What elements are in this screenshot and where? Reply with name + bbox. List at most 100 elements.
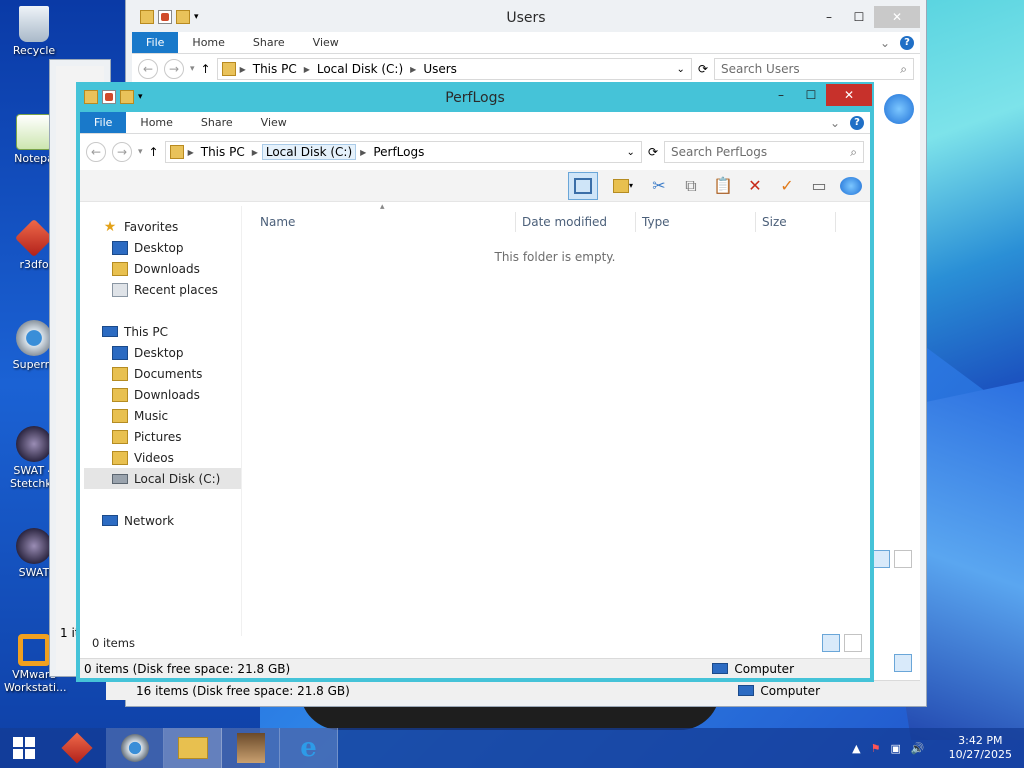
time-text: 3:42 PM	[958, 734, 1003, 747]
tab-view[interactable]: View	[247, 112, 301, 133]
tab-home[interactable]: Home	[178, 32, 238, 53]
network-tray-icon[interactable]: ▣	[890, 742, 900, 755]
search-input[interactable]: Search Users ⌕	[714, 58, 914, 80]
up-icon[interactable]: ↑	[149, 145, 159, 159]
breadcrumb-item[interactable]: This PC	[198, 145, 248, 159]
details-view-button[interactable]	[822, 634, 840, 652]
back-button[interactable]: ←	[138, 59, 158, 79]
chevron-right-icon[interactable]: ▶	[410, 65, 416, 74]
chevron-down-icon[interactable]: ▾	[138, 147, 143, 157]
search-icon: ⌕	[850, 145, 857, 159]
extra-icon[interactable]	[840, 175, 862, 197]
tab-view[interactable]: View	[299, 32, 353, 53]
window-title: PerfLogs	[445, 90, 505, 106]
breadcrumb-item[interactable]: This PC	[250, 62, 300, 76]
column-header-date-modified[interactable]: Date modified	[516, 212, 636, 232]
clock[interactable]: 3:42 PM 10/27/2025	[949, 734, 1012, 762]
extra-icon[interactable]	[884, 94, 914, 124]
rename-icon[interactable]: ✓	[776, 175, 798, 197]
address-bar[interactable]: ▶ This PC ▶ Local Disk (C:) ▶ PerfLogs ⌄	[164, 141, 642, 163]
chevron-down-icon[interactable]: ⌄	[830, 116, 840, 130]
perflogs-window[interactable]: ▾ PerfLogs – ☐ ✕ File Home Share View ⌄ …	[76, 82, 874, 682]
back-button[interactable]: ←	[86, 142, 106, 162]
chevron-right-icon[interactable]: ▶	[252, 148, 258, 157]
volume-icon[interactable]: 🔊	[911, 742, 925, 755]
chevron-down-icon[interactable]: ⌄	[677, 64, 685, 75]
chevron-right-icon[interactable]: ▶	[240, 65, 246, 74]
tab-share[interactable]: Share	[187, 112, 247, 133]
minimize-button[interactable]: –	[814, 6, 844, 28]
help-icon[interactable]: ?	[850, 115, 864, 130]
address-bar[interactable]: ▶ This PC ▶ Local Disk (C:) ▶ Users ⌄	[216, 58, 692, 80]
details-view-button[interactable]	[872, 550, 890, 568]
downloads-folder-icon	[112, 261, 128, 276]
chevron-right-icon[interactable]: ▶	[188, 148, 194, 157]
chevron-down-icon[interactable]: ⌄	[880, 36, 890, 50]
show-hidden-icons[interactable]: ▲	[852, 742, 860, 755]
chevron-down-icon[interactable]: ▾	[190, 64, 195, 74]
nav-favorites[interactable]: ★ Favorites	[84, 216, 241, 237]
close-button[interactable]: ✕	[874, 6, 920, 28]
minimize-button[interactable]: –	[766, 84, 796, 106]
tab-share[interactable]: Share	[239, 32, 299, 53]
breadcrumb-item[interactable]: Local Disk (C:)	[261, 144, 357, 160]
large-icons-view-button[interactable]	[844, 634, 862, 652]
nav-network[interactable]: Network	[84, 510, 241, 531]
large-icons-view-button[interactable]	[894, 550, 912, 568]
maximize-button[interactable]: ☐	[796, 84, 826, 106]
nav-this-pc[interactable]: This PC	[84, 321, 241, 342]
up-icon[interactable]: ↑	[201, 62, 211, 76]
nav-recent-places[interactable]: Recent places	[84, 279, 241, 300]
nav-label: Downloads	[134, 261, 200, 276]
column-header-type[interactable]: Type	[636, 212, 756, 232]
file-list[interactable]: ▴ Name Date modified Type Size This fold…	[244, 202, 866, 636]
taskbar-internet-explorer[interactable]: e	[280, 728, 338, 768]
column-header-name[interactable]: Name	[254, 212, 516, 232]
maximize-button[interactable]: ☐	[844, 6, 874, 28]
copy-icon[interactable]: ⧉	[680, 175, 702, 197]
delete-icon[interactable]: ✕	[744, 175, 766, 197]
nav-pictures[interactable]: Pictures	[84, 426, 241, 447]
taskbar-file-explorer[interactable]	[164, 728, 222, 768]
paste-icon[interactable]: 📋	[712, 175, 734, 197]
taskbar-r3dfox[interactable]	[48, 728, 106, 768]
nav-documents[interactable]: Documents	[84, 363, 241, 384]
column-header-size[interactable]: Size	[756, 212, 836, 232]
breadcrumb-item[interactable]: Local Disk (C:)	[314, 62, 406, 76]
nav-desktop[interactable]: Desktop	[84, 342, 241, 363]
help-icon[interactable]: ?	[900, 35, 914, 50]
chevron-down-icon[interactable]: ⌄	[627, 147, 635, 158]
tab-file[interactable]: File	[80, 112, 127, 133]
chevron-right-icon[interactable]: ▶	[360, 148, 366, 157]
refresh-icon[interactable]: ⟳	[698, 62, 708, 76]
breadcrumb-item[interactable]: Users	[420, 62, 460, 76]
nav-favorites-downloads[interactable]: Downloads	[84, 258, 241, 279]
breadcrumb-item[interactable]: PerfLogs	[370, 145, 427, 159]
refresh-icon[interactable]: ⟳	[648, 145, 658, 159]
properties-icon[interactable]: ▭	[808, 175, 830, 197]
search-input[interactable]: Search PerfLogs ⌕	[664, 141, 864, 163]
start-button[interactable]	[0, 728, 48, 768]
nav-music[interactable]: Music	[84, 405, 241, 426]
nav-label: Documents	[134, 366, 203, 381]
internet-explorer-icon: e	[300, 733, 317, 763]
nav-favorites-desktop[interactable]: Desktop	[84, 237, 241, 258]
nav-downloads[interactable]: Downloads	[84, 384, 241, 405]
chevron-right-icon[interactable]: ▶	[304, 65, 310, 74]
close-button[interactable]: ✕	[826, 84, 872, 106]
action-center-icon[interactable]: ⚑	[871, 742, 881, 755]
taskbar-game[interactable]	[222, 728, 280, 768]
tab-file[interactable]: File	[132, 32, 179, 53]
forward-button[interactable]: →	[164, 59, 184, 79]
details-view-button[interactable]	[894, 654, 912, 672]
tab-home[interactable]: Home	[126, 112, 186, 133]
open-folder-icon[interactable]: ▾	[608, 175, 638, 197]
forward-button[interactable]: →	[112, 142, 132, 162]
nav-local-disk[interactable]: Local Disk (C:)	[84, 468, 241, 489]
navigation-pane-button[interactable]	[568, 171, 598, 200]
nav-videos[interactable]: Videos	[84, 447, 241, 468]
cut-icon[interactable]: ✂	[648, 175, 670, 197]
nav-label: Downloads	[134, 387, 200, 402]
desktop-icon-recycle[interactable]: Recycle	[4, 6, 64, 57]
taskbar-supermium[interactable]	[106, 728, 164, 768]
